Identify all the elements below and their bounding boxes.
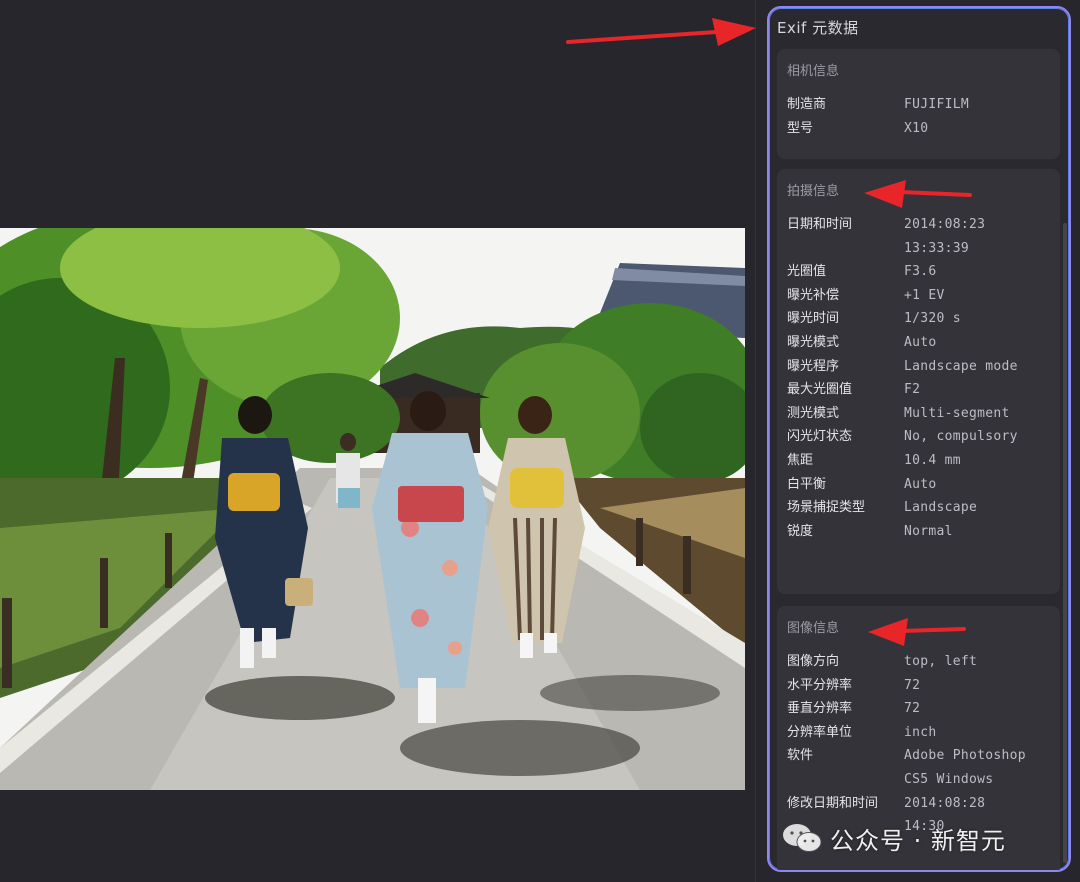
exif-value: F2 (904, 382, 921, 398)
exif-label: 测光模式 (787, 405, 840, 421)
exif-value: 72 (904, 701, 921, 717)
preview-photo (0, 228, 745, 790)
exif-label: 垂直分辨率 (787, 701, 853, 717)
panel-title: Exif 元数据 (777, 19, 859, 37)
kimono-photo-illustration (0, 228, 745, 790)
exif-row: 白平衡 Auto (787, 473, 1050, 497)
exif-value: +1 EV (904, 287, 945, 303)
exif-label: 图像方向 (787, 654, 840, 669)
image-viewer (0, 0, 755, 882)
exif-value: top, left (904, 654, 978, 669)
exif-label: 水平分辨率 (787, 677, 853, 693)
exif-value: 72 (904, 677, 921, 693)
panel-scrollbar[interactable] (1063, 223, 1067, 863)
exif-value: 1/320 s (904, 311, 961, 327)
exif-value: Landscape (904, 500, 978, 516)
exif-label: 制造商 (787, 97, 827, 112)
exif-value-line2: CS5 Windows (904, 771, 994, 787)
exif-value: F3.6 (904, 264, 937, 280)
exif-label: 场景捕捉类型 (787, 500, 866, 516)
exif-value: inch (904, 724, 937, 740)
exif-label: 曝光程序 (787, 358, 840, 374)
exif-label: 日期和时间 (787, 217, 853, 232)
exif-label: 焦距 (787, 452, 814, 468)
exif-value: 2014:08:28 (904, 795, 986, 811)
section-title: 相机信息 (787, 64, 840, 79)
pane-divider (755, 0, 756, 882)
watermark: 公众号 · 新智元 (782, 818, 1006, 858)
exif-row: 分辨率单位 inch (787, 721, 1050, 745)
exif-value: Landscape mode (904, 358, 1018, 374)
exif-label: 分辨率单位 (787, 724, 853, 740)
exif-row: 曝光补偿 +1 EV (787, 284, 1050, 308)
exif-row: 曝光时间 1/320 s (787, 307, 1050, 331)
exif-label: 曝光模式 (787, 334, 840, 350)
exif-value: 2014:08:23 (904, 217, 986, 232)
exif-value: Auto (904, 476, 937, 492)
exif-label: 曝光补偿 (787, 287, 840, 303)
exif-value: Multi-segment (904, 405, 1010, 421)
exif-row: 测光模式 Multi-segment (787, 402, 1050, 426)
exif-row: 闪光灯状态 No, compulsory (787, 425, 1050, 449)
exif-row: 软件 Adobe Photoshop CS5 Windows (787, 744, 1050, 791)
exif-value: X10 (904, 120, 929, 136)
exif-value: 10.4 mm (904, 452, 961, 468)
exif-row: 制造商 FUJIFILM (787, 93, 1050, 117)
exif-row: 图像方向 top, left (787, 650, 1050, 674)
section-shooting-info: 拍摄信息 日期和时间 2014:08:23 13:33:39 光圈值 F3.6 曝光补… (777, 169, 1060, 594)
exif-label: 闪光灯状态 (787, 429, 853, 445)
exif-value: Auto (904, 334, 937, 350)
exif-label: 锐度 (787, 523, 814, 539)
exif-label: 曝光时间 (787, 311, 840, 327)
exif-row: 日期和时间 2014:08:23 13:33:39 (787, 213, 1050, 260)
exif-value: Adobe Photoshop (904, 748, 1026, 764)
exif-label: 软件 (787, 748, 814, 764)
exif-row: 最大光圈值 F2 (787, 378, 1050, 402)
exif-row: 焦距 10.4 mm (787, 449, 1050, 473)
exif-label: 白平衡 (787, 476, 827, 492)
exif-row: 型号 X10 (787, 117, 1050, 141)
exif-value: Normal (904, 523, 953, 539)
exif-row: 光圈值 F3.6 (787, 260, 1050, 284)
section-camera-info: 相机信息 制造商 FUJIFILM 型号 X10 (777, 49, 1060, 159)
exif-row: 锐度 Normal (787, 520, 1050, 544)
exif-label: 最大光圈值 (787, 382, 853, 398)
exif-value: No, compulsory (904, 429, 1018, 445)
exif-row: 场景捕捉类型 Landscape (787, 496, 1050, 520)
exif-row: 曝光程序 Landscape mode (787, 355, 1050, 379)
watermark-text: 公众号 · 新智元 (830, 826, 1006, 855)
section-title: 拍摄信息 (787, 184, 840, 199)
exif-value: FUJIFILM (904, 97, 970, 112)
exif-label: 型号 (787, 120, 814, 136)
section-title: 图像信息 (787, 621, 840, 636)
exif-row: 垂直分辨率 72 (787, 697, 1050, 721)
exif-row: 水平分辨率 72 (787, 674, 1050, 698)
exif-row: 曝光模式 Auto (787, 331, 1050, 355)
exif-panel: Exif 元数据 相机信息 制造商 FUJIFILM 型号 X10 拍摄信息 日期和… (767, 6, 1071, 872)
exif-label: 光圈值 (787, 264, 827, 280)
exif-value-line2: 13:33:39 (904, 240, 970, 256)
wechat-icon (783, 824, 822, 852)
